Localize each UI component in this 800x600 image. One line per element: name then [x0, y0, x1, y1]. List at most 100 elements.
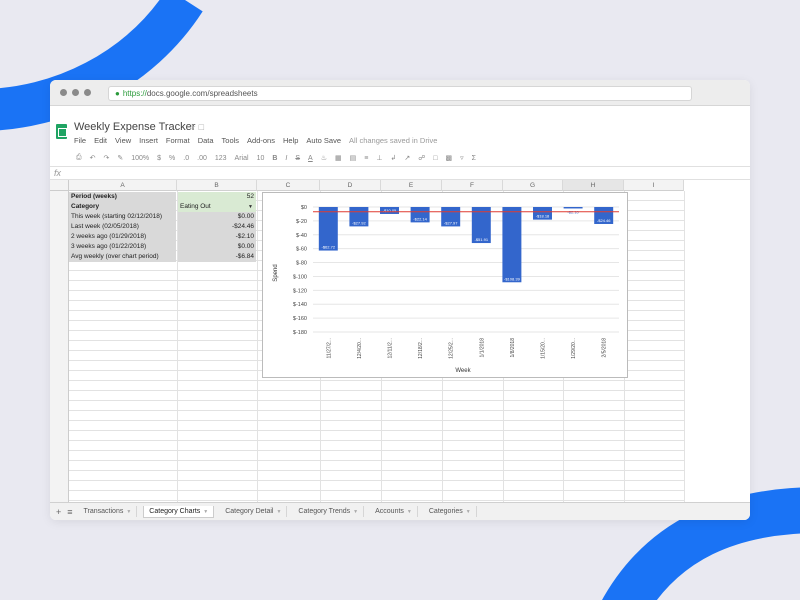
column-header-e[interactable]: E	[381, 180, 442, 191]
column-header-c[interactable]: C	[257, 180, 320, 191]
bar-data-label: -$62.72	[322, 245, 336, 250]
zoom-select[interactable]: 100%	[131, 155, 149, 162]
bar-data-label: -$108.39	[504, 276, 521, 281]
text-color-button[interactable]: A	[308, 155, 313, 162]
column-header-f[interactable]: F	[442, 180, 503, 191]
bar-data-label: -$24.46	[597, 218, 611, 223]
percent-format-button[interactable]: %	[169, 155, 175, 162]
column-header-d[interactable]: D	[320, 180, 381, 191]
value-this-week[interactable]: $0.00	[178, 212, 256, 222]
font-select[interactable]: Arial	[235, 155, 249, 162]
text-wrap-icon[interactable]: ↲	[390, 154, 396, 162]
value-avg-weekly[interactable]: -$6.84	[178, 252, 256, 262]
decrease-decimals-button[interactable]: .0	[183, 155, 189, 162]
menu-format[interactable]: Format	[166, 136, 190, 145]
sheet-tab-bar: + ≡ Transactions ▼ Category Charts ▼ Categ…	[50, 502, 750, 520]
row-headers[interactable]	[50, 191, 69, 502]
window-controls[interactable]	[60, 89, 91, 96]
y-tick-label: $-20	[296, 219, 307, 225]
insert-chart-icon[interactable]: ▩	[446, 154, 453, 162]
browser-window: ● https://docs.google.com/spreadsheets We…	[50, 80, 750, 520]
label-3-weeks-ago[interactable]: 3 weeks ago (01/22/2018)	[69, 242, 176, 252]
paint-format-icon[interactable]: ✎	[117, 154, 123, 162]
value-2-weeks-ago[interactable]: -$2.10	[178, 232, 256, 242]
fill-color-icon[interactable]: ♨	[321, 154, 327, 162]
tab-label: Accounts	[375, 508, 404, 515]
bar-data-label: -$22.14	[413, 216, 427, 221]
menu-help[interactable]: Help	[283, 136, 298, 145]
tab-label: Categories	[428, 508, 463, 515]
column-header-b[interactable]: B	[177, 180, 257, 191]
tab-category-trends[interactable]: Category Trends ▼	[293, 506, 365, 517]
value-last-week[interactable]: -$24.46	[178, 222, 256, 232]
tab-categories[interactable]: Categories ▼	[424, 506, 477, 517]
label-this-week[interactable]: This week (starting 02/12/2018)	[69, 212, 176, 222]
bar-data-label: -$27.97	[444, 220, 458, 225]
insert-link-icon[interactable]: ☍	[418, 154, 425, 162]
number-format-select[interactable]: 123	[215, 155, 227, 162]
menu-data[interactable]: Data	[198, 136, 214, 145]
insert-comment-icon[interactable]: □	[433, 155, 437, 162]
category-dropdown[interactable]: Eating Out ▼	[178, 202, 256, 212]
formula-bar[interactable]: fx	[50, 166, 750, 180]
spend-chart-svg: $0 $-20 $-40 $-60 $-80 $-100 $-120 $-140 $-160 $-…	[273, 205, 619, 374]
menu-addons[interactable]: Add-ons	[247, 136, 275, 145]
address-bar[interactable]: ● https://docs.google.com/spreadsheets	[108, 86, 692, 101]
increase-decimals-button[interactable]: .00	[197, 155, 207, 162]
print-icon[interactable]: ⎙	[76, 154, 82, 162]
tab-category-detail[interactable]: Category Detail ▼	[220, 506, 288, 517]
tab-category-charts[interactable]: Category Charts ▼	[143, 505, 215, 518]
star-folder-icons[interactable]: ☆ □	[188, 122, 204, 133]
filter-icon[interactable]: ▿	[460, 154, 464, 162]
tab-transactions[interactable]: Transactions ▼	[79, 506, 138, 517]
menu-view[interactable]: View	[115, 136, 131, 145]
x-tick-label: 2/5/2018	[602, 338, 608, 358]
italic-button[interactable]: I	[285, 155, 287, 162]
currency-format-button[interactable]: $	[157, 155, 161, 162]
y-tick-label: $-140	[293, 302, 307, 308]
select-all-corner[interactable]	[50, 180, 69, 191]
menu-tools[interactable]: Tools	[222, 136, 240, 145]
fx-icon: fx	[54, 168, 62, 178]
lock-icon: ●	[115, 89, 120, 98]
strikethrough-button[interactable]: S	[295, 155, 300, 162]
font-size-select[interactable]: 10	[257, 155, 265, 162]
menu-insert[interactable]: Insert	[139, 136, 158, 145]
value-period[interactable]: 52	[178, 192, 256, 202]
bold-button[interactable]: B	[272, 155, 277, 162]
merge-cells-icon[interactable]: ▤	[350, 154, 357, 162]
label-last-week[interactable]: Last week (02/05/2018)	[69, 222, 176, 232]
all-sheets-icon[interactable]: ≡	[67, 507, 72, 517]
label-2-weeks-ago[interactable]: 2 weeks ago (01/29/2018)	[69, 232, 176, 242]
label-avg-weekly[interactable]: Avg weekly (over chart period)	[69, 252, 176, 262]
add-sheet-icon[interactable]: +	[56, 507, 61, 517]
x-tick-label: 1/15/20...	[541, 338, 547, 359]
column-header-i[interactable]: I	[624, 180, 684, 191]
menu-auto-save[interactable]: Auto Save	[306, 136, 341, 145]
tab-accounts[interactable]: Accounts ▼	[370, 506, 418, 517]
redo-icon[interactable]: ↷	[103, 154, 109, 162]
menu-file[interactable]: File	[74, 136, 86, 145]
text-rotation-icon[interactable]: ↗	[404, 154, 410, 162]
value-3-weeks-ago[interactable]: $0.00	[178, 242, 256, 252]
column-header-g[interactable]: G	[503, 180, 563, 191]
functions-icon[interactable]: Σ	[472, 155, 476, 162]
column-header-h[interactable]: H	[563, 180, 624, 191]
borders-icon[interactable]: ▦	[335, 154, 342, 162]
column-header-a[interactable]: A	[69, 180, 177, 191]
category-dropdown-value: Eating Out	[180, 203, 211, 210]
bar-data-label: -$27.92	[352, 220, 366, 225]
undo-icon[interactable]: ↶	[90, 154, 96, 162]
document-title[interactable]: Weekly Expense Tracker	[74, 121, 195, 133]
align-vertical-icon[interactable]: ⊥	[376, 154, 382, 162]
menu-edit[interactable]: Edit	[94, 136, 107, 145]
spend-chart[interactable]: $0 $-20 $-40 $-60 $-80 $-100 $-120 $-140 $-160 $-…	[262, 192, 628, 378]
x-tick-label: 12/11/2...	[388, 338, 394, 358]
y-tick-label: $-160	[293, 316, 307, 322]
x-tick-label: 12/18/2...	[418, 338, 424, 359]
label-period[interactable]: Period (weeks)	[69, 192, 176, 202]
label-category[interactable]: Category	[69, 202, 176, 212]
tab-label: Category Trends	[298, 508, 351, 515]
align-horizontal-icon[interactable]: ≡	[364, 155, 368, 162]
sheets-logo-icon[interactable]	[56, 124, 67, 139]
